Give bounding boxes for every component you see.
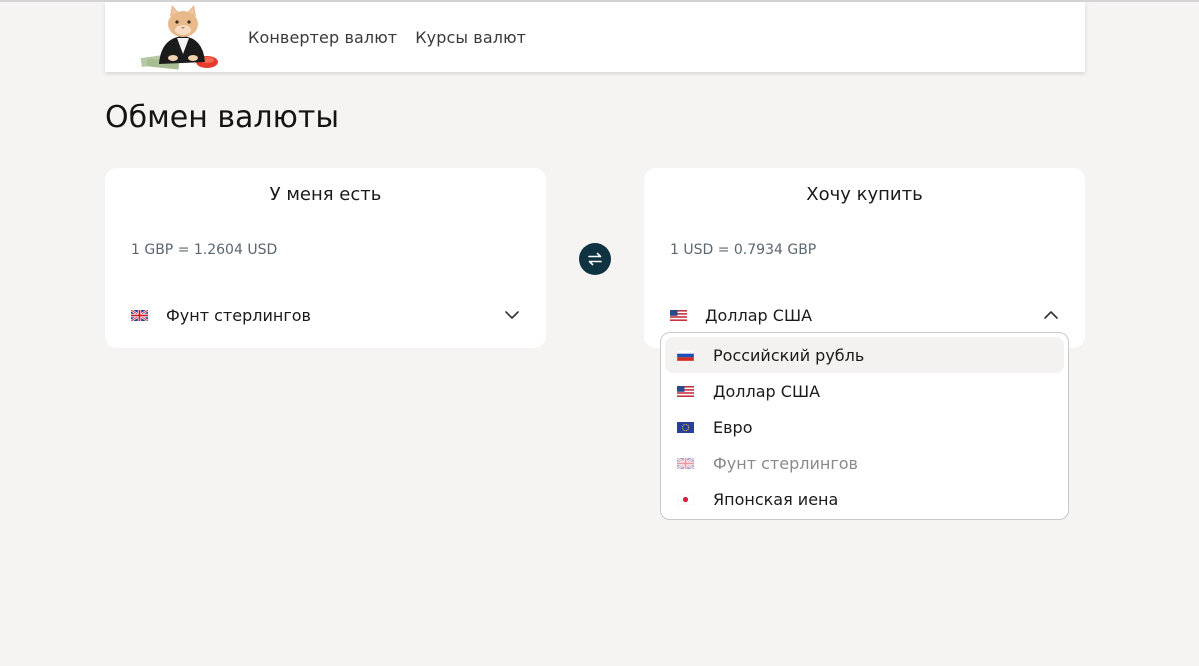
- nav-converter-link[interactable]: Конвертер валют: [248, 28, 397, 47]
- gb-flag-icon: [677, 457, 694, 469]
- to-rate-text: 1 USD = 0.7934 GBP: [670, 242, 817, 258]
- option-label: Фунт стерлингов: [713, 453, 858, 473]
- to-currency-card: Хочу купить 1 USD = 0.7934 GBP Доллар СШ…: [644, 168, 1085, 348]
- us-flag-icon: [670, 309, 687, 321]
- to-currency-select[interactable]: Доллар США: [670, 300, 1060, 330]
- from-rate-text: 1 GBP = 1.2604 USD: [131, 242, 278, 258]
- nav-rates-link[interactable]: Курсы валют: [415, 28, 526, 47]
- currency-dropdown-menu: Российский рубль Доллар США Евро Фунт ст…: [660, 332, 1069, 520]
- option-label: Доллар США: [713, 381, 821, 401]
- from-currency-select[interactable]: Фунт стерлингов: [131, 300, 521, 330]
- from-currency-card: У меня есть 1 GBP = 1.2604 USD Фунт стер…: [105, 168, 546, 348]
- option-label: Евро: [713, 417, 753, 437]
- gb-flag-icon: [131, 309, 148, 321]
- dropdown-option-usd[interactable]: Доллар США: [665, 373, 1064, 409]
- chevron-down-icon[interactable]: [503, 306, 521, 324]
- dropdown-option-gbp: Фунт стерлингов: [665, 445, 1064, 481]
- to-card-title: Хочу купить: [806, 184, 923, 205]
- option-label: Японская иена: [713, 489, 839, 509]
- eu-flag-icon: [677, 421, 694, 433]
- to-currency-label: Доллар США: [705, 305, 813, 325]
- dropdown-option-eur[interactable]: Евро: [665, 409, 1064, 445]
- from-currency-label: Фунт стерлингов: [166, 305, 311, 325]
- ru-flag-icon: [677, 349, 694, 361]
- swap-currencies-button[interactable]: [579, 243, 611, 275]
- option-label: Российский рубль: [713, 345, 865, 365]
- page-title: Обмен валюты: [105, 100, 340, 135]
- swap-arrows-icon: [588, 252, 602, 266]
- from-card-title: У меня есть: [269, 184, 382, 205]
- dropdown-option-jpy[interactable]: Японская иена: [665, 481, 1064, 517]
- chevron-up-icon[interactable]: [1042, 306, 1060, 324]
- jp-flag-icon: [677, 493, 694, 505]
- dropdown-option-rub[interactable]: Российский рубль: [665, 337, 1064, 373]
- cat-logo[interactable]: [137, 4, 221, 70]
- site-header: Конвертер валют Курсы валют: [105, 2, 1085, 72]
- main-nav: Конвертер валют Курсы валют: [248, 2, 526, 72]
- us-flag-icon: [677, 385, 694, 397]
